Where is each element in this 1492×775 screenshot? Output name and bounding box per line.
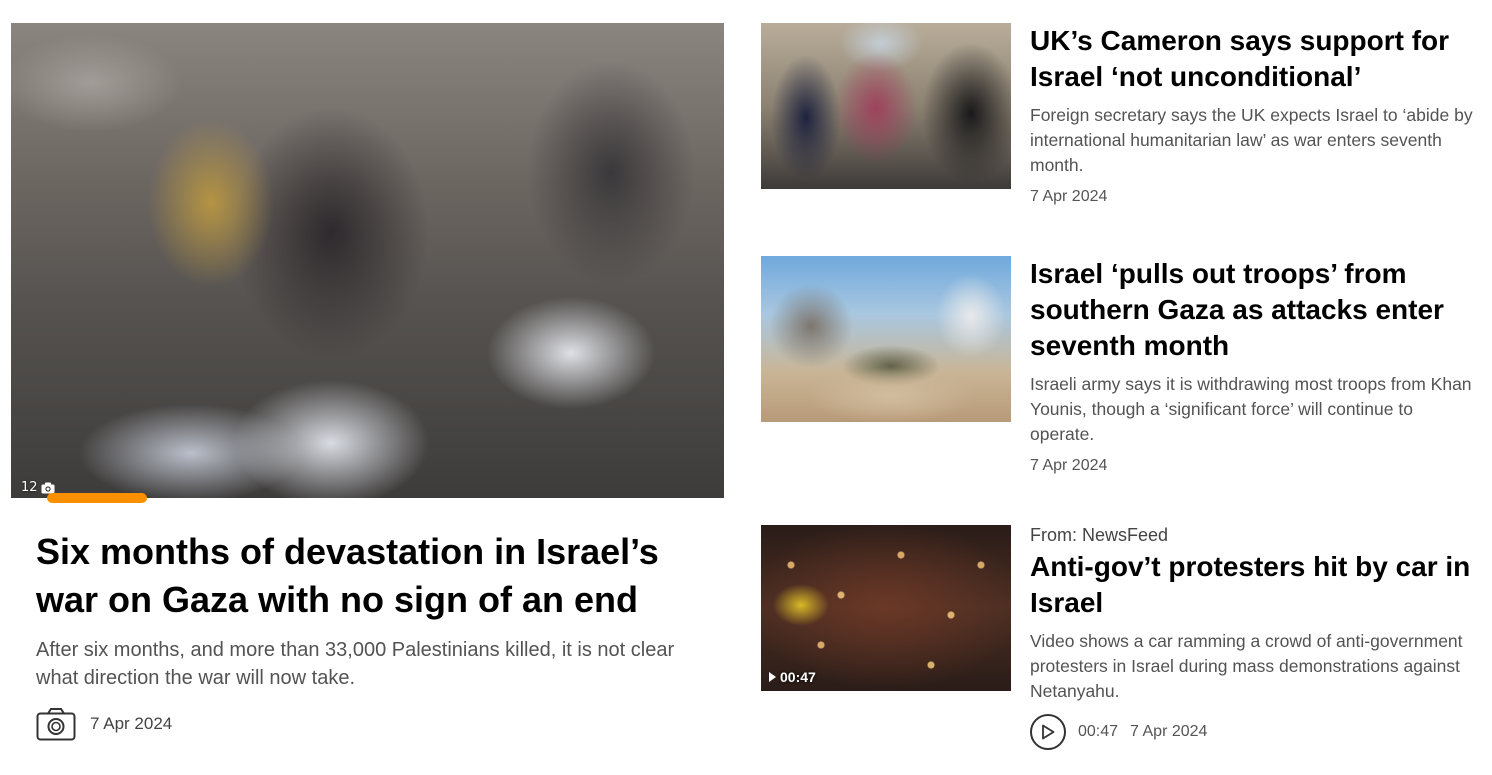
video-thumbnail[interactable]: 00:47 (761, 525, 1011, 691)
gallery-progress-fill (47, 493, 147, 503)
featured-summary: After six months, and more than 33,000 P… (36, 639, 675, 689)
article-summary: Israeli army says it is withdrawing most… (1030, 374, 1472, 444)
play-icon (1042, 724, 1055, 740)
article-thumbnail[interactable] (761, 256, 1011, 422)
video-duration-badge: 00:47 (769, 669, 816, 685)
article-date: 7 Apr 2024 (1130, 723, 1208, 740)
article-source[interactable]: From: NewsFeed (1030, 525, 1480, 545)
article-body: From: NewsFeed Anti-gov’t protesters hit… (1030, 525, 1480, 750)
featured-story[interactable]: 12 Six months of devastation in Israel’s… (11, 23, 724, 773)
camera-icon (41, 482, 55, 493)
video-duration-badge-text: 00:47 (780, 669, 816, 685)
article-date: 7 Apr 2024 (1030, 188, 1108, 205)
article-summary: Foreign secretary says the UK expects Is… (1030, 105, 1473, 175)
play-icon (769, 672, 776, 682)
gallery-progress-bar (47, 493, 147, 503)
article-body: Israel ‘pulls out troops’ from southern … (1030, 256, 1480, 475)
article-date: 7 Apr 2024 (1030, 457, 1108, 474)
article-summary: Video shows a car ramming a crowd of ant… (1030, 631, 1463, 701)
photo-count: 12 (21, 480, 38, 495)
video-meta: 00:47 7 Apr 2024 (1030, 714, 1480, 750)
featured-meta: 7 Apr 2024 (36, 707, 172, 741)
article-body: UK’s Cameron says support for Israel ‘no… (1030, 23, 1480, 206)
video-duration: 00:47 (1078, 723, 1119, 740)
article-thumbnail[interactable] (761, 23, 1011, 189)
play-button[interactable] (1030, 714, 1066, 750)
article-headline[interactable]: Israel ‘pulls out troops’ from southern … (1030, 256, 1480, 364)
featured-headline[interactable]: Six months of devastation in Israel’s wa… (36, 528, 716, 624)
article-headline[interactable]: Anti-gov’t protesters hit by car in Isra… (1030, 549, 1480, 621)
featured-image[interactable]: 12 (11, 23, 724, 498)
article-headline[interactable]: UK’s Cameron says support for Israel ‘no… (1030, 23, 1480, 95)
camera-icon (36, 708, 76, 741)
featured-date: 7 Apr 2024 (90, 714, 173, 733)
